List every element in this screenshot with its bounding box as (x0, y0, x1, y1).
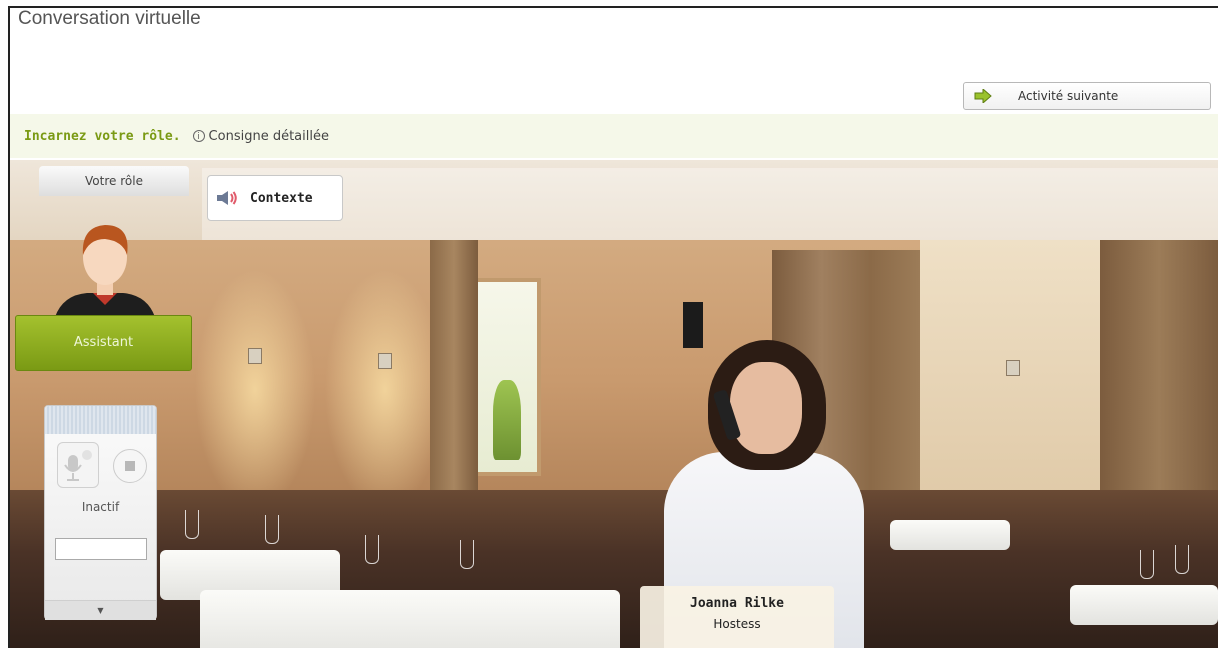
recorder-panel: Inactif ▼ (44, 405, 157, 620)
green-arrow-right-icon (974, 89, 992, 103)
instruction-bar: Incarnez votre rôle. i Consigne détaillé… (10, 114, 1218, 158)
stop-button[interactable] (113, 449, 147, 483)
speaker-icon (217, 191, 237, 205)
wall-lamp (1006, 360, 1020, 376)
wine-glass (1140, 550, 1154, 579)
character-role: Hostess (713, 617, 761, 631)
wine-glass (1175, 545, 1189, 574)
plant (493, 380, 521, 460)
next-activity-label: Activité suivante (1018, 89, 1119, 103)
info-icon: i (192, 130, 205, 142)
character-face (730, 362, 802, 454)
wine-glass (265, 515, 279, 544)
instruction-text: Incarnez votre rôle. (24, 128, 181, 144)
wine-glass (460, 540, 474, 569)
role-avatar (55, 225, 155, 317)
detailed-instructions-label: Consigne détaillée (208, 128, 329, 144)
recorder-field[interactable] (55, 538, 147, 560)
wine-glass (185, 510, 199, 539)
next-activity-button[interactable]: Activité suivante (963, 82, 1211, 110)
chevron-down-icon: ▼ (97, 606, 104, 615)
context-band (202, 168, 1218, 240)
restaurant-scene (10, 160, 1218, 648)
assistant-role-button[interactable]: Assistant (15, 315, 192, 371)
role-tab: Votre rôle (39, 166, 189, 196)
context-button[interactable]: Contexte (207, 175, 343, 221)
table-cloth (200, 590, 620, 648)
wall-lamp (248, 348, 262, 364)
expand-panel-button[interactable]: ▼ (45, 600, 156, 620)
dining-tables (10, 490, 1218, 648)
character-name: Joanna Rilke (690, 596, 784, 611)
character-name-card: Joanna Rilke Hostess (640, 586, 834, 648)
wine-glass (365, 535, 379, 564)
recorder-header (45, 406, 156, 434)
table-cloth (1070, 585, 1218, 625)
table-cloth (890, 520, 1010, 550)
recorder-status: Inactif (81, 500, 120, 514)
microphone-icon (64, 450, 92, 481)
page-title: Conversation virtuelle (18, 8, 201, 29)
context-label: Contexte (250, 190, 313, 206)
microphone-button[interactable] (57, 442, 99, 488)
wall-lamp (378, 353, 392, 369)
detailed-instructions-link[interactable]: i Consigne détaillée (192, 128, 329, 144)
